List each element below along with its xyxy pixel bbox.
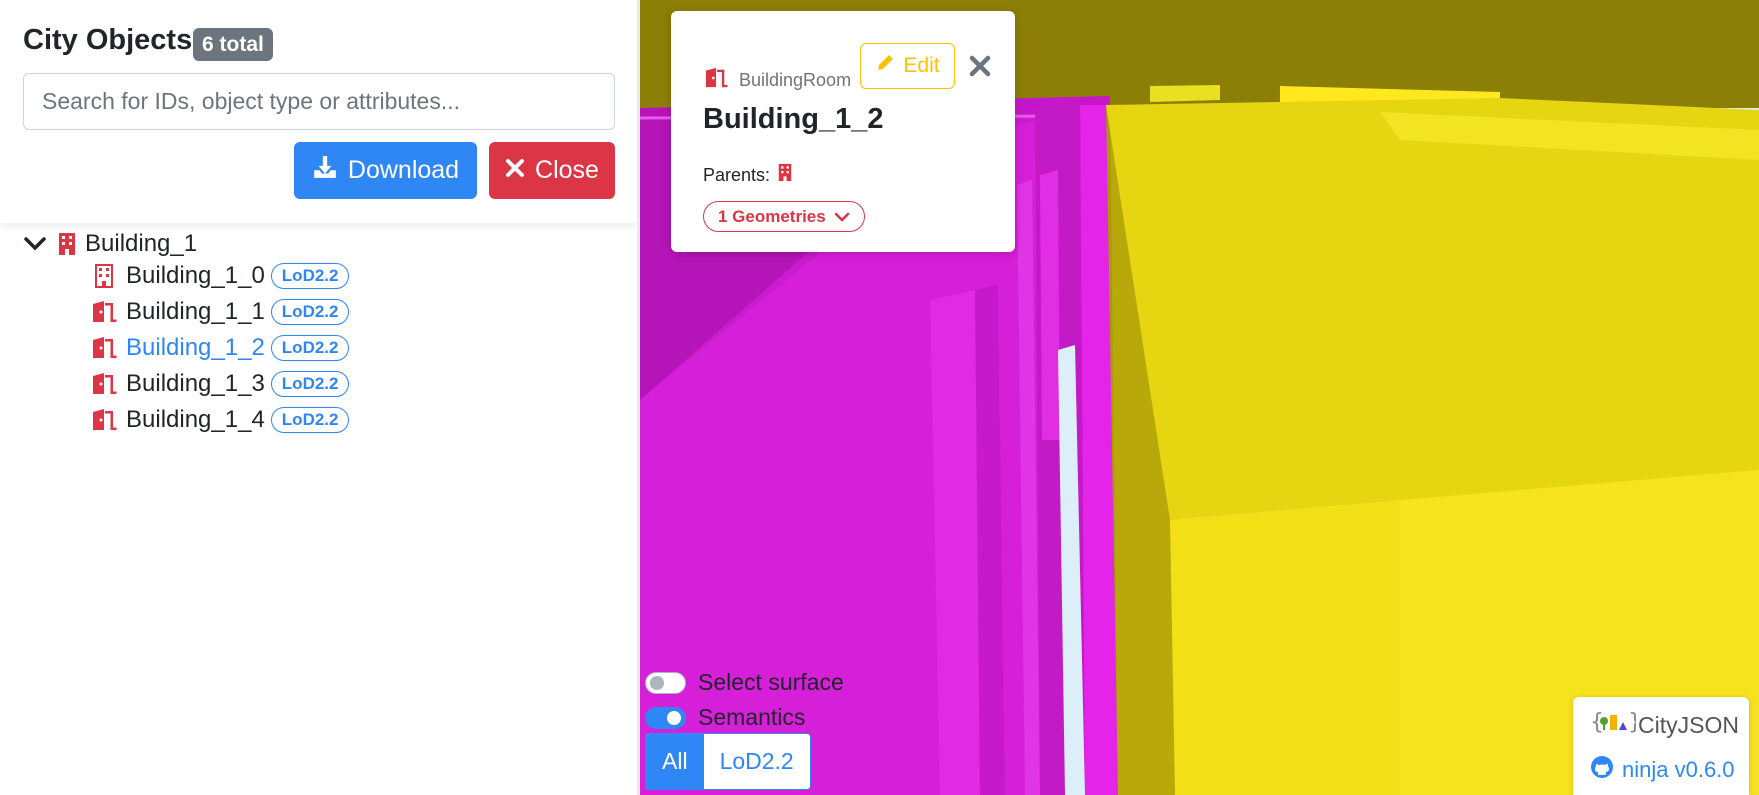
app-version-link: ninja v0.6.0 — [1622, 757, 1735, 782]
tree-item-building-1-4[interactable]: Building_1_4 LoD2.2 — [90, 403, 350, 437]
tree-item-building-1-0[interactable]: Building_1_0 LoD2.2 — [90, 259, 350, 293]
chevron-down-icon[interactable] — [23, 230, 47, 258]
parents-label: Parents: — [703, 164, 771, 185]
close-card-icon[interactable] — [965, 51, 995, 81]
select-surface-toggle[interactable] — [645, 671, 686, 694]
total-count-badge: 6 total — [193, 28, 273, 61]
lod-badge: LoD2.2 — [270, 371, 350, 397]
brand-box: { } CityJSON ninja v0.6.0 — [1573, 697, 1749, 795]
close-icon — [505, 156, 525, 185]
city-objects-panel: City Objects 6 total Download Close Buil… — [0, 0, 640, 795]
lod-badge: LoD2.2 — [270, 299, 350, 325]
object-type: BuildingRoom — [739, 70, 852, 90]
building-icon[interactable] — [778, 163, 792, 187]
object-id-title: Building_1_2 — [703, 103, 884, 135]
lod-badge: LoD2.2 — [270, 335, 350, 361]
object-info-card: BuildingRoom Building_1_2 Edit Parents: … — [671, 11, 1015, 252]
semantics-toggle-row: Semantics — [645, 704, 805, 731]
door-icon — [703, 67, 729, 94]
download-button[interactable]: Download — [294, 142, 477, 199]
building-icon — [57, 230, 77, 258]
tree-item-label: Building_1_1 — [126, 298, 265, 325]
semantics-toggle[interactable] — [645, 706, 686, 729]
parents-row: Parents: — [703, 163, 792, 187]
tree-item-label: Building_1 — [85, 230, 198, 257]
pencil-icon — [875, 53, 895, 79]
github-link[interactable]: ninja v0.6.0 — [1590, 755, 1735, 785]
lod-option-lod2-2[interactable]: LoD2.2 — [704, 734, 810, 789]
chevron-down-icon — [834, 207, 850, 227]
select-surface-label: Select surface — [698, 669, 844, 695]
tree-item-label: Building_1_4 — [126, 406, 265, 433]
tree-item-building-1-2[interactable]: Building_1_2 LoD2.2 — [90, 331, 350, 365]
github-icon — [1590, 755, 1614, 785]
tree-item-label-selected: Building_1_2 — [126, 334, 265, 361]
close-label: Close — [535, 156, 599, 184]
lod-badge: LoD2.2 — [270, 407, 350, 433]
download-icon — [312, 154, 338, 187]
tree-item-building-1-3[interactable]: Building_1_3 LoD2.2 — [90, 367, 350, 401]
tree-item-label: Building_1_3 — [126, 370, 265, 397]
panel-title: City Objects — [23, 24, 193, 56]
door-icon — [90, 298, 118, 326]
cityjson-logo-icon: { } — [1590, 709, 1642, 741]
semantics-label: Semantics — [698, 704, 806, 730]
svg-text:}: } — [1628, 710, 1636, 735]
brand-name: CityJSON — [1638, 711, 1739, 738]
close-panel-button[interactable]: Close — [489, 142, 615, 199]
tree-item-building-1[interactable]: Building_1 — [23, 227, 197, 261]
tree-item-label: Building_1_0 — [126, 262, 265, 289]
tree-item-building-1-1[interactable]: Building_1_1 LoD2.2 — [90, 295, 350, 329]
door-icon — [90, 334, 118, 362]
geometries-dropdown[interactable]: 1 Geometries — [703, 201, 865, 232]
edit-label: Edit — [903, 54, 940, 77]
download-label: Download — [347, 156, 460, 184]
select-surface-toggle-row: Select surface — [645, 669, 844, 696]
lod-badge: LoD2.2 — [270, 263, 350, 289]
search-input[interactable] — [23, 73, 615, 130]
door-icon — [90, 406, 118, 434]
door-icon — [90, 370, 118, 398]
lod-option-all[interactable]: All — [646, 734, 704, 789]
object-type-row: BuildingRoom — [703, 67, 851, 94]
cityjson-logo: { } CityJSON — [1590, 709, 1739, 741]
panel-header: City Objects 6 total Download Close — [0, 0, 640, 223]
building-icon — [90, 262, 118, 290]
edit-button[interactable]: Edit — [860, 43, 955, 89]
geometries-label: 1 Geometries — [718, 206, 826, 226]
lod-selector: All LoD2.2 — [645, 733, 811, 790]
